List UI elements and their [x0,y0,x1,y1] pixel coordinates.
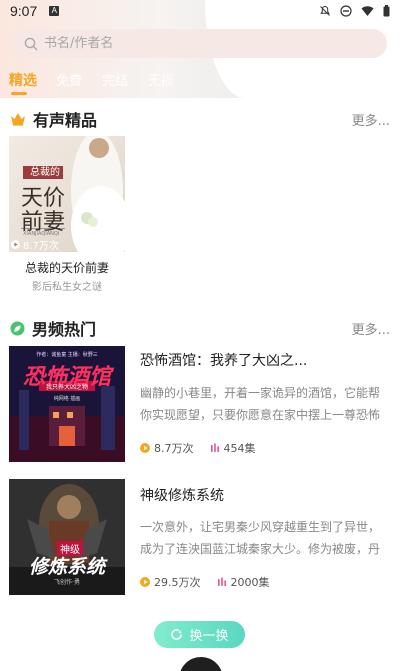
tab-finished[interactable]: 完结 [92,70,138,92]
equalizer-icon [210,443,219,452]
book-cover-small: 纯网络 插画 [53,396,81,402]
book-cover[interactable]: 神级 修炼系统 飞创作·勇 [9,479,125,595]
audio-section-title: 有声精品 [33,111,98,130]
silent-icon [320,5,330,16]
book-meta: 29.5万次 2000集 [140,574,270,590]
status-bar: 9:07 A [0,0,400,22]
audio-more-link[interactable]: 更多... [352,110,390,129]
book-episodes-value: 2000集 [230,576,270,589]
book-meta: 8.7万次 454集 [140,440,256,456]
book-episodes-value: 454集 [223,442,256,455]
notification-icon: A [49,6,60,16]
player-button[interactable] [179,657,223,671]
audio-cover-plays: 8.7万次 [23,241,59,252]
play-icon [11,240,20,249]
male-more-link[interactable]: 更多... [352,319,390,338]
book-cover-small: 飞创作·勇 [54,579,80,586]
tab-lossless[interactable]: 无损 [138,70,184,92]
book-plays-value: 29.5万次 [154,576,201,589]
book-title[interactable]: 恐怖酒馆：我养了大凶之... [140,350,390,370]
book-episodes: 2000集 [217,574,270,590]
audio-book-title[interactable]: 总裁的天价前妻 [9,259,125,276]
dnd-icon [340,5,352,17]
male-section-title: 男频热门 [32,320,97,339]
book-description: 一次意外，让宅男秦少风穿越重生到了异世，成为了连泱国蓝江城秦家大少。修为被废，丹… [140,520,381,556]
equalizer-icon [217,577,226,586]
audio-book-subtitle: 影后私生女之谜 [32,282,102,293]
play-icon [140,443,150,453]
search-bar[interactable] [12,29,387,58]
book-cover-top: 作者：诚鱼童 主播：秋野三 [36,352,98,358]
crown-icon [11,113,25,126]
male-section-header: 男频热门 更多... [10,316,390,340]
tab-free[interactable]: 免费 [46,70,92,92]
book-cover-main: 修炼系统 [28,556,105,578]
book-plays: 8.7万次 [140,440,194,456]
audio-cover-play-count: 8.7万次 [11,237,59,252]
book-episodes: 454集 [210,440,256,456]
switch-button[interactable]: 换一换 [154,621,245,648]
book-cover-tag: 我只养大凶之物 [45,384,88,391]
battery-icon [383,5,390,17]
audio-book-cover[interactable]: 总裁的 天价 前妻 XIANJIAQIANQI 8.7万次 [9,136,125,252]
active-tab-indicator [11,92,27,95]
audio-cover-top: 总裁的 [30,167,60,178]
book-plays: 29.5万次 [140,574,201,590]
audio-section-header: 有声精品 更多... [10,107,390,131]
switch-button-label: 换一换 [189,629,229,644]
book-plays-value: 8.7万次 [154,442,194,455]
search-icon [24,37,38,50]
status-time: 9:07 [10,3,38,19]
book-description: 幽静的小巷里，开着一家诡异的酒馆，它能帮你实现愿望，只要你愿意在家中摆上一尊恐怖… [140,386,381,422]
status-icons [319,5,390,17]
tab-featured[interactable]: 精选 [0,70,46,92]
book-title[interactable]: 神级修炼系统 [140,485,390,505]
leaf-icon [10,321,25,335]
category-tabs: 精选 免费 完结 无损 [0,70,184,95]
play-icon [140,577,150,587]
book-cover[interactable]: 作者：诚鱼童 主播：秋野三 恐怖酒馆 我只养大凶之物 纯网络 插画 [9,346,125,462]
wifi-icon [361,6,374,16]
search-input[interactable] [44,36,344,51]
refresh-icon [171,629,183,640]
